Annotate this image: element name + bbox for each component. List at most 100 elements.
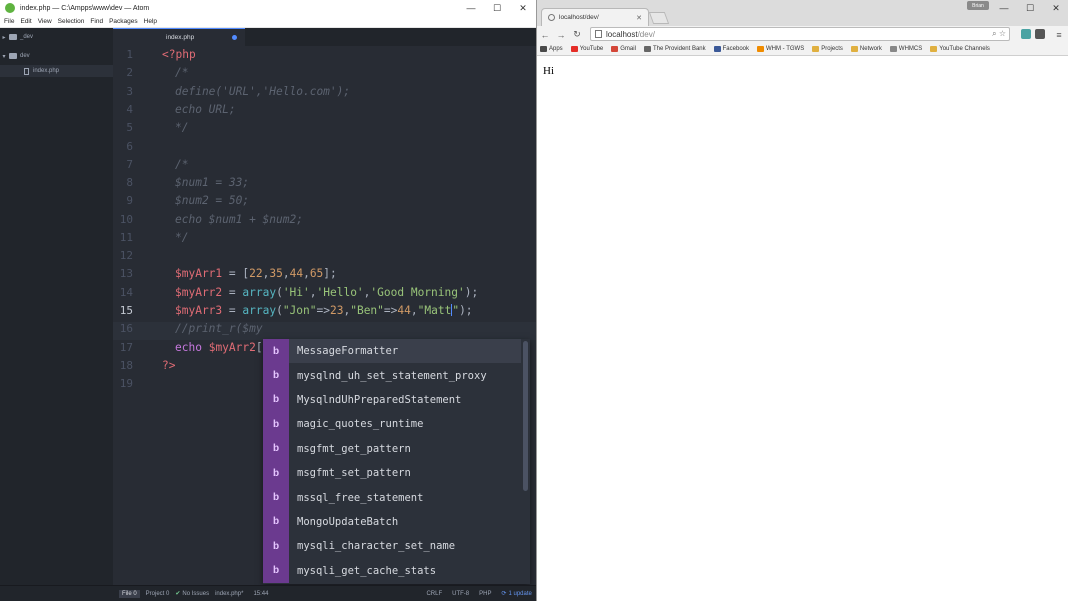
bookmark-apps[interactable]: Apps <box>540 46 563 52</box>
status-cursor-position[interactable]: 15:44 <box>253 591 268 597</box>
reload-icon[interactable]: ↻ <box>569 29 585 40</box>
code-line: <?php <box>162 48 196 61</box>
line-number: 3 <box>126 85 133 98</box>
status-grammar[interactable]: PHP <box>479 591 491 597</box>
folder-icon <box>9 34 17 40</box>
bookmark-whmcs[interactable]: WHMCS <box>889 46 922 52</box>
maximize-button[interactable]: ☐ <box>1017 0 1043 16</box>
url-text: localhost/dev/ <box>606 29 655 39</box>
line-number: 8 <box>126 176 133 189</box>
autocomplete-item[interactable]: b MongoUpdateBatch <box>263 509 521 535</box>
chrome-tab-title: localhost/dev/ <box>559 14 599 21</box>
bookmark-facebook[interactable]: Facebook <box>713 46 749 52</box>
bookmark-projects[interactable]: Projects <box>812 46 843 52</box>
type-badge: b <box>263 387 289 413</box>
tree-folder-dev[interactable]: ▾ dev <box>0 50 113 62</box>
status-file-count[interactable]: File 0 <box>119 589 140 598</box>
status-updates[interactable]: 1 update <box>509 591 532 597</box>
type-badge: b <box>263 558 289 583</box>
autocomplete-dropdown: b MessageFormatter b mysqlnd_uh_set_statem… <box>263 339 530 584</box>
line-number: 1 <box>126 48 133 61</box>
code-line: $num1 = 33; <box>175 176 250 189</box>
page-body-text: Hi <box>543 65 554 77</box>
autocomplete-scrollbar[interactable] <box>523 341 528 491</box>
line-number: 6 <box>126 140 133 153</box>
tree-view: ▸ _dev ▾ dev index.php <box>0 28 113 585</box>
tab-label: index.php <box>166 34 195 41</box>
profile-button[interactable]: Brian <box>967 1 989 10</box>
menu-icon[interactable]: ≡ <box>1051 30 1067 40</box>
autocomplete-item[interactable]: b mysqli_get_cache_stats <box>263 558 521 583</box>
update-icon: ⟳ <box>501 591 507 597</box>
line-number: 11 <box>119 231 133 244</box>
extension-icon[interactable] <box>1021 29 1031 39</box>
code-line: $myArr2 = array('Hi','Hello','Good Morni… <box>175 286 479 299</box>
bookmark-whm[interactable]: WHM - TGWS <box>757 46 804 52</box>
gmail-icon <box>611 46 619 52</box>
close-button[interactable]: ✕ <box>510 0 536 16</box>
status-issues[interactable]: No Issues <box>182 591 209 597</box>
autocomplete-item[interactable]: b mysqlnd_uh_set_statement_proxy <box>263 363 521 388</box>
maximize-button[interactable]: ☐ <box>484 0 510 16</box>
line-number: 12 <box>119 249 133 262</box>
status-bar: File 0 Project 0 ✔ No Issues index.php* … <box>113 585 536 601</box>
file-icon <box>24 67 29 75</box>
tab-index-php[interactable]: index.php <box>113 28 245 46</box>
tab-bar: index.php <box>113 28 536 46</box>
autocomplete-item[interactable]: b mssql_free_statement <box>263 485 521 510</box>
status-encoding[interactable]: UTF-8 <box>452 591 469 597</box>
address-bar[interactable]: localhost/dev/ ⌕ ☆ <box>590 27 1010 41</box>
code-line: define('URL','Hello.com'); <box>175 85 351 98</box>
minimize-button[interactable]: — <box>991 0 1017 16</box>
close-icon[interactable]: ✕ <box>636 14 642 22</box>
autocomplete-item[interactable]: b MysqlndUhPreparedStatement <box>263 387 521 413</box>
bookmark-youtube-channels[interactable]: YouTube Channels <box>930 46 990 52</box>
code-line: /* <box>175 66 189 79</box>
menu-packages[interactable]: Packages <box>109 18 138 25</box>
status-line-ending[interactable]: CRLF <box>426 591 442 597</box>
menu-find[interactable]: Find <box>90 18 103 25</box>
back-icon[interactable]: ← <box>537 30 553 40</box>
bookmark-youtube[interactable]: YouTube <box>570 46 603 52</box>
menu-selection[interactable]: Selection <box>58 18 85 25</box>
autocomplete-item[interactable]: b msgfmt_set_pattern <box>263 461 521 486</box>
bookmark-provident-bank[interactable]: The Provident Bank <box>643 46 706 52</box>
code-area[interactable]: 1 2 3 4 5 6 7 8 9 10 11 12 13 14 15 16 1… <box>113 46 536 585</box>
menu-bar: File Edit View Selection Find Packages H… <box>0 16 536 28</box>
forward-icon[interactable]: → <box>553 30 569 40</box>
tree-folder-dev-underscore[interactable]: ▸ _dev <box>0 31 113 43</box>
line-number: 18 <box>119 359 133 372</box>
autocomplete-item[interactable]: b MessageFormatter <box>263 339 521 364</box>
bookmark-gmail[interactable]: Gmail <box>611 46 636 52</box>
check-icon: ✔ <box>175 591 181 597</box>
line-number: 19 <box>119 377 133 390</box>
line-number: 16 <box>119 322 133 335</box>
autocomplete-item[interactable]: b msgfmt_get_pattern <box>263 436 521 461</box>
code-line: ?> <box>162 359 176 372</box>
minimize-button[interactable]: — <box>458 0 484 16</box>
bookmark-network[interactable]: Network <box>850 46 882 52</box>
autocomplete-item[interactable]: b magic_quotes_runtime <box>263 412 521 437</box>
line-number: 9 <box>126 194 133 207</box>
apps-icon <box>540 46 547 52</box>
page-icon <box>889 46 897 52</box>
chevron-right-icon: ▸ <box>2 34 6 41</box>
menu-view[interactable]: View <box>38 18 52 25</box>
tree-item-label: _dev <box>20 34 34 40</box>
menu-file[interactable]: File <box>4 18 14 25</box>
zoom-and-bookmark-icons[interactable]: ⌕ ☆ <box>992 29 1006 39</box>
close-button[interactable]: ✕ <box>1043 0 1068 16</box>
tree-item-label: dev <box>20 53 30 59</box>
loading-icon <box>548 14 555 21</box>
menu-edit[interactable]: Edit <box>20 18 31 25</box>
chrome-tab[interactable]: localhost/dev/ ✕ <box>541 8 649 26</box>
menu-help[interactable]: Help <box>144 18 157 25</box>
autocomplete-item[interactable]: b mysqli_character_set_name <box>263 534 521 559</box>
extension-icon[interactable] <box>1035 29 1045 39</box>
status-project-count[interactable]: Project 0 <box>146 591 170 597</box>
tree-file-index-php[interactable]: index.php <box>0 65 113 77</box>
line-number-current: 15 <box>119 304 133 317</box>
modified-dot-icon[interactable] <box>232 35 237 40</box>
new-tab-button[interactable] <box>648 12 670 24</box>
code-line: $myArr1 = [22,35,44,65]; <box>175 267 337 280</box>
